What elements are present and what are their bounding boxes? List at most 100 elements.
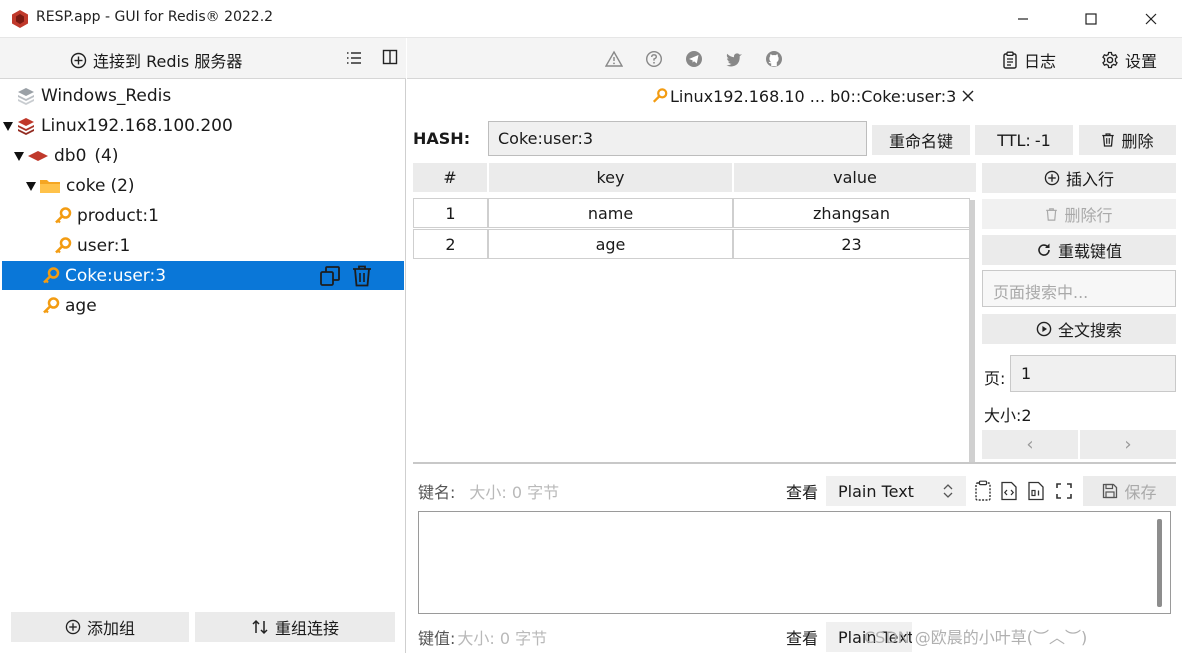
regroup-connections-button[interactable]: 重组连接: [195, 612, 395, 642]
tab-key-coke-user-3[interactable]: Linux192.168.10 ... b0::Coke:user:3: [652, 84, 974, 108]
prev-page-button[interactable]: ‹: [982, 430, 1078, 459]
log-button[interactable]: 日志: [1002, 47, 1056, 73]
tree-key-product-1[interactable]: product:1: [54, 201, 159, 231]
tree-connection-linux[interactable]: Linux192.168.100.200: [2, 111, 233, 141]
value-size-hint: 大小: 0 字节: [457, 629, 548, 648]
connect-server-button[interactable]: 连接到 Redis 服务器: [70, 47, 242, 73]
insert-row-button[interactable]: 插入行: [982, 163, 1176, 193]
splitter[interactable]: [413, 462, 1176, 464]
settings-button[interactable]: 设置: [1101, 47, 1157, 73]
twitter-button[interactable]: [725, 50, 743, 68]
key-name-label: 键名:: [418, 483, 456, 502]
delete-key-button[interactable]: 删除: [1079, 125, 1176, 155]
tree-label: db0: [54, 146, 87, 166]
close-window-button[interactable]: [1128, 0, 1174, 38]
key-name-field[interactable]: Coke:user:3: [488, 121, 867, 156]
database-stack-icon: [16, 86, 36, 106]
key-icon: [652, 88, 668, 104]
table-cell-key[interactable]: age: [488, 229, 733, 259]
clipboard-icon: [1003, 51, 1017, 69]
size-indicator: 大小:2: [984, 402, 1032, 426]
main-toolbar: [407, 38, 1182, 79]
tree-key-user-1[interactable]: user:1: [54, 231, 130, 261]
fulltext-search-button[interactable]: 全文搜索: [982, 314, 1176, 344]
tree-count: (4): [94, 146, 119, 166]
github-button[interactable]: [765, 50, 783, 68]
help-button[interactable]: [645, 50, 663, 68]
add-group-button[interactable]: 添加组: [11, 612, 189, 642]
page-number-input[interactable]: 1: [1010, 355, 1176, 392]
view-format-select[interactable]: Plain Text: [826, 476, 967, 506]
binary-file-icon: [1028, 481, 1044, 501]
report-issue-button[interactable]: [605, 50, 623, 68]
view-label: 查看: [786, 629, 819, 648]
copy-value-button[interactable]: [974, 480, 992, 502]
plus-circle-icon: [1044, 170, 1060, 186]
table-cell-index[interactable]: 1: [413, 198, 488, 228]
save-value-button[interactable]: 保存: [1083, 476, 1176, 506]
maximize-button[interactable]: [1068, 0, 1114, 38]
ttl-value: -1: [1034, 130, 1051, 150]
tree-label: Linux192.168.100.200: [41, 116, 233, 136]
table-cell-value[interactable]: zhangsan: [733, 198, 970, 228]
rename-key-button[interactable]: 重命名键: [872, 125, 970, 155]
table-cell-value[interactable]: 23: [733, 229, 970, 259]
select-arrows-icon: [943, 484, 953, 498]
value-editor-textarea[interactable]: [418, 511, 1171, 614]
tree-key-coke-user-3[interactable]: Coke:user:3: [42, 261, 166, 291]
settings-label: 设置: [1125, 52, 1158, 71]
delete-key-tree-button[interactable]: [351, 264, 373, 288]
ttl-button[interactable]: TTL: -1: [975, 125, 1073, 155]
view-format-value: Plain Text: [838, 481, 914, 501]
column-header-value[interactable]: value: [734, 163, 976, 192]
table-cell-key[interactable]: name: [488, 198, 733, 228]
list-view-button[interactable]: [345, 49, 363, 67]
key-icon: [54, 237, 72, 255]
reload-icon: [1038, 243, 1050, 256]
delete-row-button[interactable]: 删除行: [982, 199, 1176, 229]
warning-icon: [605, 50, 623, 67]
trash-icon: [353, 265, 371, 287]
tree-key-age[interactable]: age: [42, 291, 97, 321]
table-scrollbar[interactable]: [969, 200, 975, 462]
plus-circle-icon: [70, 52, 87, 68]
reload-value-button[interactable]: 重载键值: [982, 235, 1176, 265]
reload-value-label: 重载键值: [1057, 242, 1122, 261]
twitter-icon: [726, 53, 742, 67]
trash-icon: [1046, 207, 1058, 221]
table-cell-index[interactable]: 2: [413, 229, 488, 259]
column-header-index[interactable]: #: [413, 163, 487, 192]
telegram-button[interactable]: [685, 50, 703, 68]
minimize-button[interactable]: [1000, 0, 1046, 38]
save-label: 保存: [1124, 483, 1157, 502]
tree-label: coke: [66, 176, 106, 196]
tree-connection-windows[interactable]: Windows_Redis: [16, 81, 171, 111]
copy-key-button[interactable]: [318, 264, 342, 288]
tab-close-icon[interactable]: [962, 90, 974, 102]
close-icon: [1145, 13, 1157, 25]
expanded-triangle-icon: [2, 120, 14, 132]
next-page-button[interactable]: ›: [1080, 430, 1176, 459]
tree-count: (2): [110, 176, 135, 196]
fulltext-search-label: 全文搜索: [1057, 321, 1122, 340]
tree-database-db0[interactable]: db0 (4): [13, 141, 119, 171]
code-file-icon: [1001, 481, 1017, 501]
database-icon: [27, 149, 49, 163]
folder-icon: [39, 177, 61, 195]
gear-icon: [1102, 51, 1118, 69]
column-header-key[interactable]: key: [489, 163, 732, 192]
tree-label: product:1: [77, 206, 159, 226]
tree-label: age: [65, 296, 97, 316]
editor-scrollbar[interactable]: [1157, 519, 1162, 607]
key-icon: [42, 297, 60, 315]
ttl-label: TTL:: [997, 130, 1031, 150]
binary-view-button[interactable]: [1027, 481, 1045, 501]
tree-folder-coke[interactable]: coke (2): [25, 171, 135, 201]
github-icon: [766, 51, 782, 67]
size-label: 大小:: [984, 406, 1022, 425]
format-json-button[interactable]: [1000, 481, 1018, 501]
size-value: 2: [1021, 406, 1032, 425]
toggle-panel-button[interactable]: [382, 49, 398, 65]
fullscreen-button[interactable]: [1055, 482, 1073, 500]
page-search-input[interactable]: 页面搜索中...: [982, 270, 1176, 307]
